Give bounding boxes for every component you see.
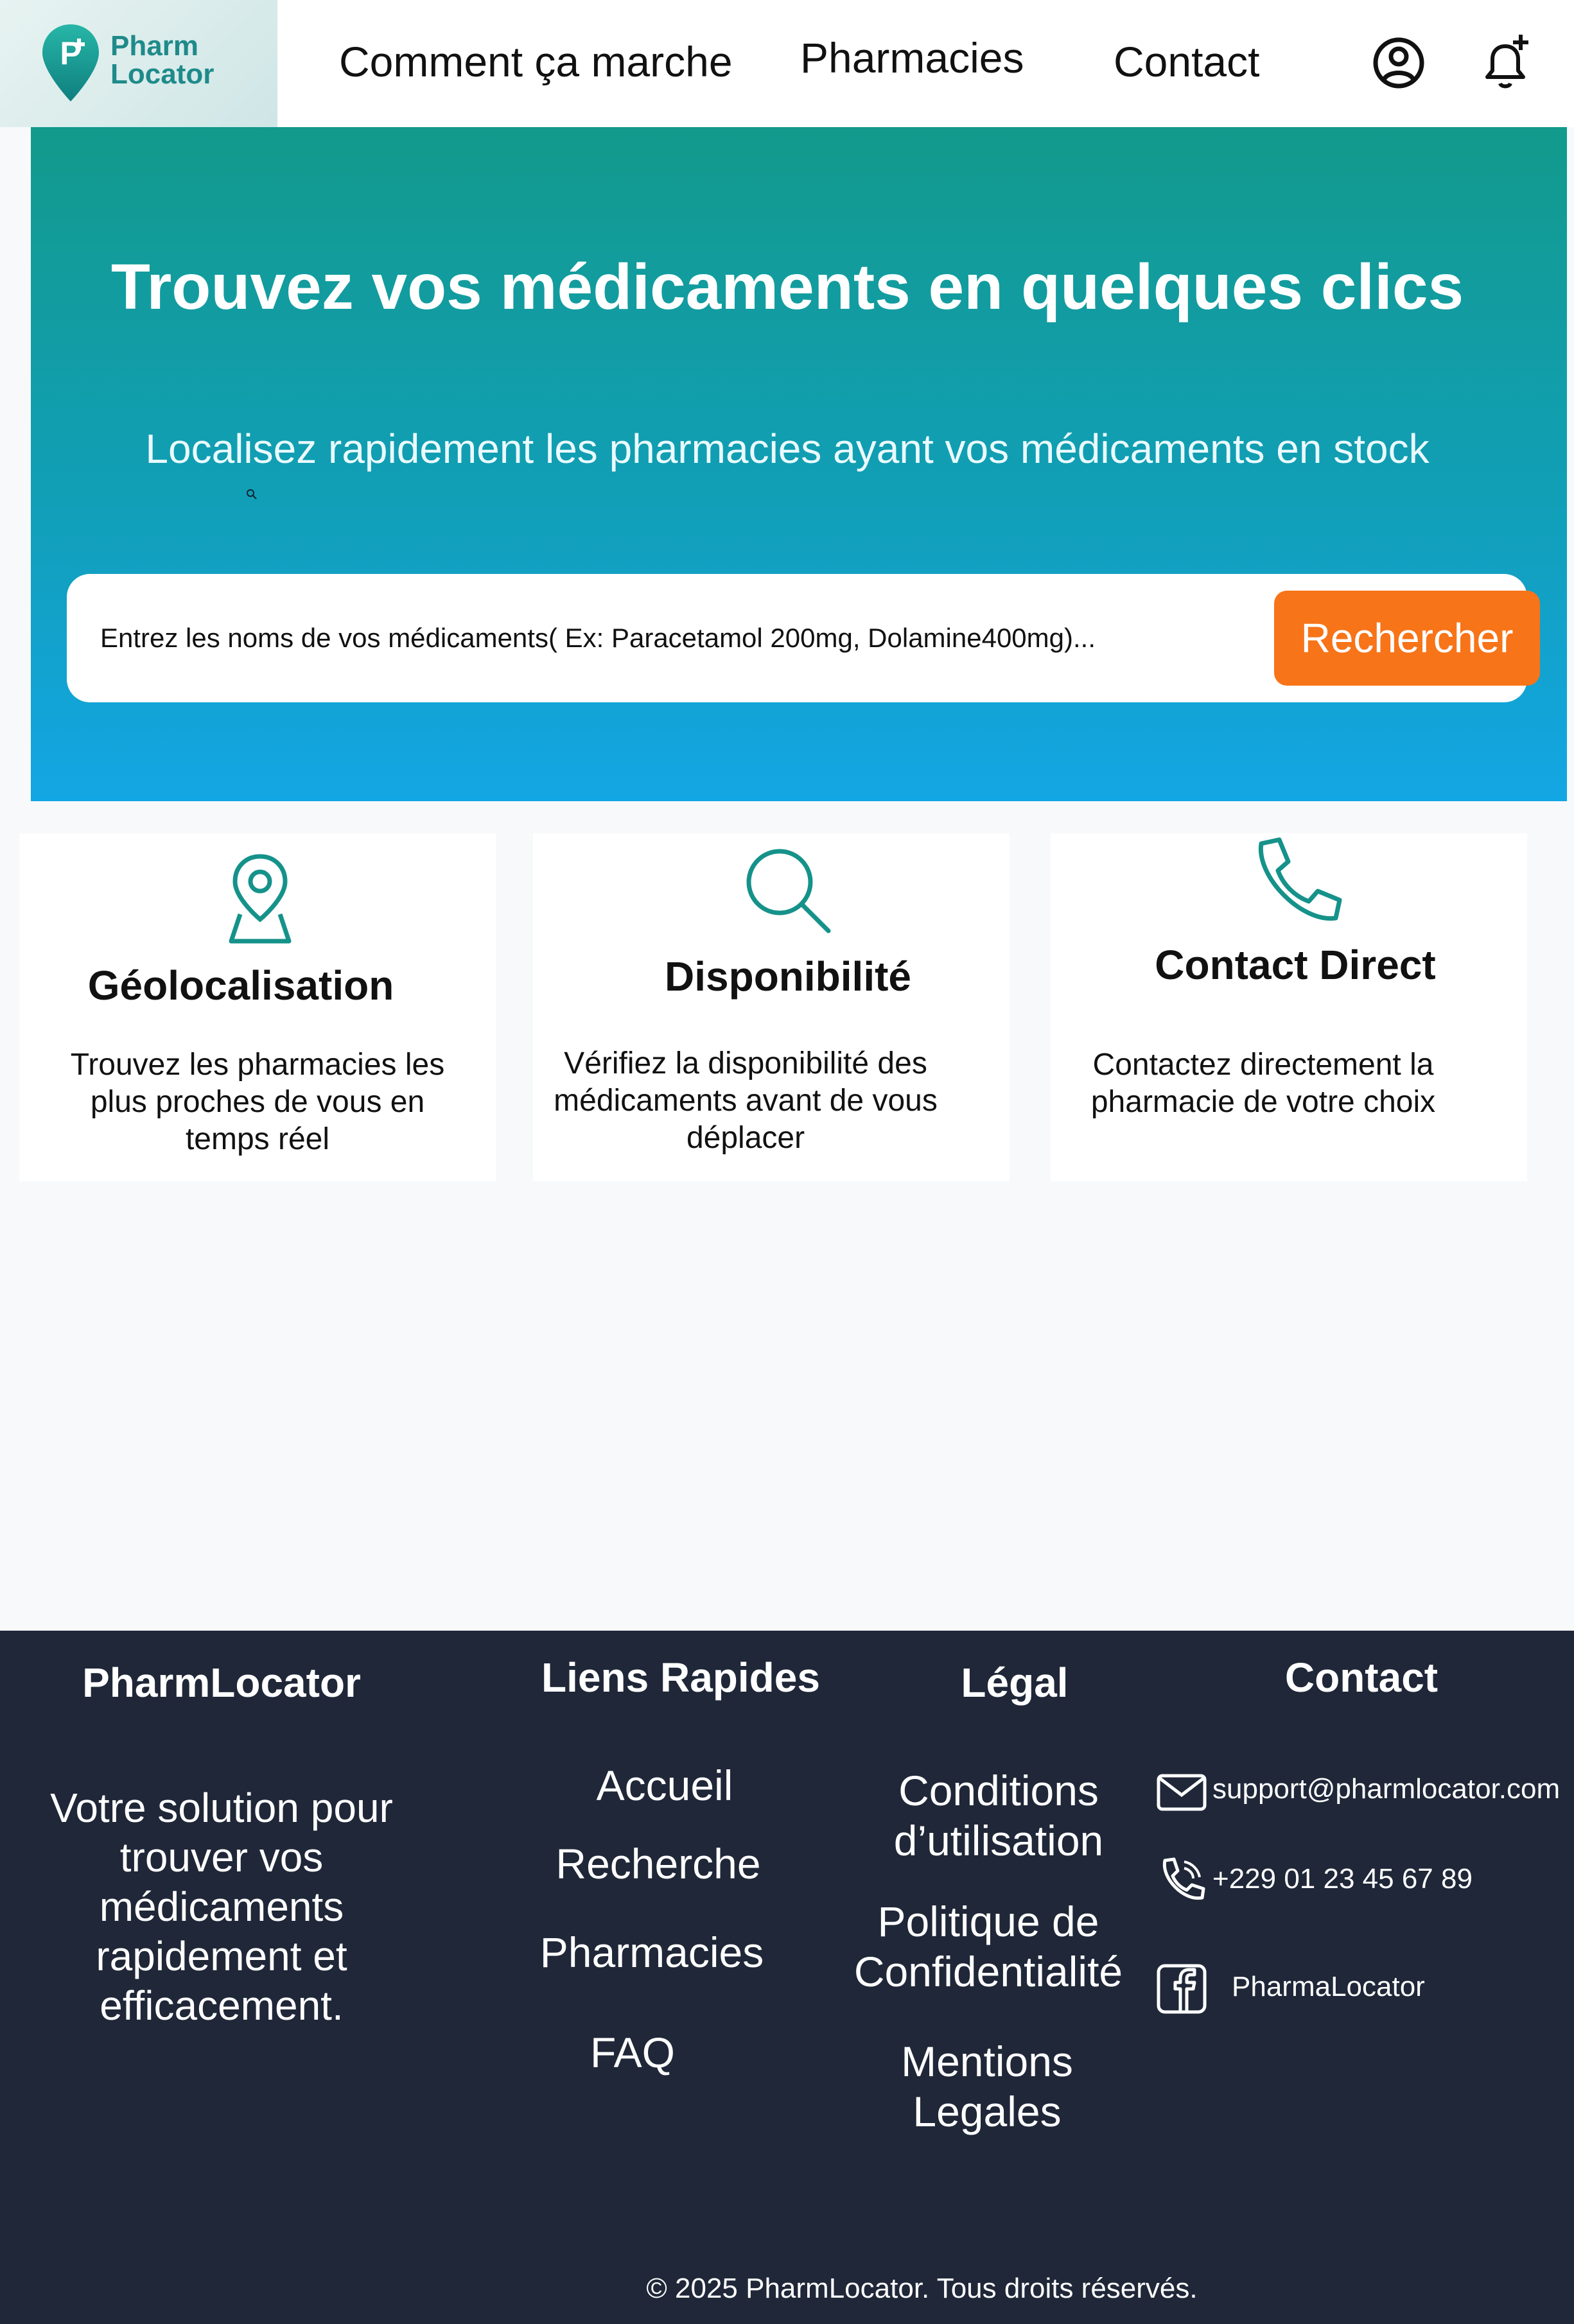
footer-link-home[interactable]: Accueil xyxy=(501,1760,828,1810)
footer-link-faq[interactable]: FAQ xyxy=(469,2027,796,2077)
feature-card-direct-contact: Contact Direct Contactez directement la … xyxy=(1051,833,1527,1181)
nav-how-it-works[interactable]: Comment ça marche xyxy=(339,37,733,86)
phone-icon xyxy=(1258,837,1342,921)
search-button[interactable]: Rechercher xyxy=(1274,591,1540,686)
footer-brand-description: Votre solution pour trouver vos médicame… xyxy=(50,1785,393,2029)
nav-contact[interactable]: Contact xyxy=(1114,37,1259,86)
logo-line-2: Locator xyxy=(110,58,214,90)
hero-subtitle: Localisez rapidement les pharmacies ayan… xyxy=(145,426,1430,472)
hero-section: Trouvez vos médicaments en quelques clic… xyxy=(31,127,1567,801)
feature-text-direct-contact: Contactez directement la pharmacie de vo… xyxy=(1090,1048,1436,1119)
footer-facebook-link[interactable]: PharmaLocator xyxy=(1232,1971,1425,2003)
logo[interactable]: P Pharm Locator xyxy=(0,0,277,127)
user-circle-icon[interactable] xyxy=(1367,31,1431,95)
logo-text: Pharm Locator xyxy=(110,32,214,89)
feature-title-availability: Disponibilité xyxy=(665,953,911,1000)
footer-link-terms[interactable]: Conditions d’utilisation xyxy=(835,1765,1162,1866)
small-search-icon xyxy=(247,489,257,499)
footer-quick-links-title: Liens Rapides xyxy=(541,1654,820,1701)
footer-legal-title: Légal xyxy=(961,1660,1069,1706)
feature-text-availability: Vérifiez la disponibilité des médicament… xyxy=(554,1046,938,1155)
feature-title-geolocation: Géolocalisation xyxy=(87,962,394,1009)
phone-icon xyxy=(1162,1857,1205,1900)
map-pin-icon xyxy=(229,854,292,944)
nav-pharmacies[interactable]: Pharmacies xyxy=(800,33,1024,82)
footer-link-legal-notice[interactable]: Mentions Legales xyxy=(823,2036,1151,2137)
feature-title-direct-contact: Contact Direct xyxy=(1155,942,1436,988)
footer-email-link[interactable]: support@pharmlocator.com xyxy=(1212,1773,1560,1805)
search-bar: Rechercher xyxy=(67,574,1540,702)
feature-text-geolocation: Trouvez les pharmacies les plus proches … xyxy=(70,1048,445,1156)
bell-plus-icon[interactable] xyxy=(1473,31,1537,95)
mail-icon xyxy=(1157,1774,1207,1811)
feature-card-geolocation: Géolocalisation Trouvez les pharmacies l… xyxy=(19,833,496,1181)
footer-phone-link[interactable]: +229 01 23 45 67 89 xyxy=(1212,1863,1473,1895)
site-footer: PharmLocator Votre solution pour trouver… xyxy=(0,1631,1574,2324)
medication-search-input[interactable] xyxy=(99,609,1257,668)
site-header: P Pharm Locator Comment ça marche Pharma… xyxy=(0,0,1574,127)
logo-line-1: Pharm xyxy=(110,30,198,62)
logo-pin-icon: P xyxy=(42,24,99,101)
search-icon xyxy=(746,849,831,933)
footer-contact-title: Contact xyxy=(1284,1654,1438,1701)
footer-link-privacy[interactable]: Politique de Confidentialité xyxy=(825,1896,1152,1997)
hero-title: Trouvez vos médicaments en quelques clic… xyxy=(110,251,1464,323)
feature-card-availability: Disponibilité Vérifiez la disponibilité … xyxy=(533,833,1010,1181)
footer-link-search[interactable]: Recherche xyxy=(494,1839,822,1889)
footer-brand-title: PharmLocator xyxy=(82,1660,361,1706)
footer-link-pharmacies[interactable]: Pharmacies xyxy=(488,1927,816,1977)
footer-copyright: © 2025 PharmLocator. Tous droits réservé… xyxy=(646,2273,1198,2304)
facebook-icon xyxy=(1157,1964,1207,2014)
